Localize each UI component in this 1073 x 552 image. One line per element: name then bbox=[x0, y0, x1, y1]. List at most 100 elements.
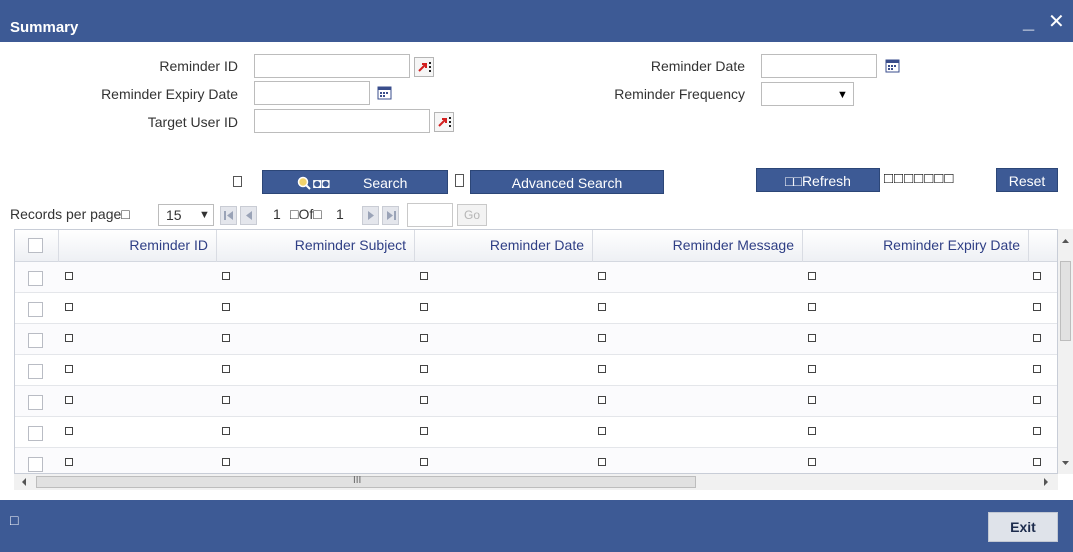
row-checkbox[interactable] bbox=[28, 364, 43, 379]
table-row[interactable] bbox=[15, 293, 1057, 324]
last-page-icon bbox=[387, 211, 396, 220]
target-user-id-label: Target User ID bbox=[147, 114, 238, 130]
cell-placeholder-glyph bbox=[598, 272, 606, 280]
cell-placeholder-glyph bbox=[1033, 396, 1041, 404]
target-user-id-input[interactable] bbox=[254, 109, 430, 133]
reset-button[interactable]: Reset bbox=[996, 168, 1058, 192]
row-checkbox[interactable] bbox=[28, 333, 43, 348]
records-per-page-select[interactable]: 15 ▼ bbox=[158, 204, 214, 226]
select-all-checkbox[interactable] bbox=[28, 238, 43, 253]
cell-placeholder-glyph bbox=[1033, 303, 1041, 311]
row-checkbox[interactable] bbox=[28, 426, 43, 441]
cell-placeholder-glyph bbox=[808, 365, 816, 373]
of-label: □Of□ bbox=[290, 206, 322, 222]
calendar-icon bbox=[885, 59, 900, 73]
column-header-reminder-id[interactable]: Reminder ID bbox=[59, 230, 217, 262]
cell-placeholder-glyph bbox=[420, 272, 428, 280]
vertical-scrollbar[interactable] bbox=[1058, 229, 1073, 474]
window-title: Summary bbox=[10, 19, 79, 36]
target-user-id-lov-button[interactable] bbox=[434, 112, 454, 132]
first-page-icon bbox=[224, 211, 233, 220]
total-pages: 1 bbox=[336, 206, 344, 222]
records-per-page-label: Records per page□ bbox=[10, 206, 130, 222]
table-row[interactable] bbox=[15, 417, 1057, 448]
cell-placeholder-glyph bbox=[222, 427, 230, 435]
calendar-icon bbox=[377, 86, 392, 100]
reminder-expiry-date-calendar-button[interactable] bbox=[376, 84, 396, 104]
header-select-all-cell bbox=[15, 230, 59, 262]
exit-button[interactable]: Exit bbox=[988, 512, 1058, 542]
cell-placeholder-glyph bbox=[1033, 272, 1041, 280]
column-header-reminder-subject[interactable]: Reminder Subject bbox=[217, 230, 415, 262]
prev-page-button[interactable] bbox=[240, 206, 257, 225]
cell-placeholder-glyph bbox=[420, 303, 428, 311]
cell-placeholder-glyph bbox=[222, 272, 230, 280]
reminder-date-calendar-button[interactable] bbox=[884, 57, 904, 77]
cell-placeholder-glyph bbox=[1033, 365, 1041, 373]
cell-placeholder-glyph bbox=[598, 365, 606, 373]
cell-placeholder-glyph bbox=[420, 396, 428, 404]
last-page-button[interactable] bbox=[382, 206, 399, 225]
cell-placeholder-glyph bbox=[65, 458, 73, 466]
current-page: 1 bbox=[273, 206, 281, 222]
pager: Records per page□ 15 ▼ 1 □Of□ 1 Go bbox=[0, 203, 1073, 229]
reminder-grid: Reminder ID Reminder Subject Reminder Da… bbox=[14, 229, 1058, 474]
scroll-grip: III bbox=[353, 475, 362, 486]
column-header-reminder-expiry-date[interactable]: Reminder Expiry Date bbox=[803, 230, 1029, 262]
reminder-id-lov-button[interactable] bbox=[414, 57, 434, 77]
cell-placeholder-glyph bbox=[65, 365, 73, 373]
reminder-date-input[interactable] bbox=[761, 54, 877, 78]
title-bar: Summary _ ✕ bbox=[0, 0, 1073, 42]
row-checkbox[interactable] bbox=[28, 395, 43, 410]
table-row[interactable] bbox=[15, 448, 1057, 473]
lov-picker-icon bbox=[418, 62, 431, 72]
horizontal-scroll-thumb[interactable]: III bbox=[36, 475, 696, 488]
cell-placeholder-glyph bbox=[65, 334, 73, 342]
cell-placeholder-glyph bbox=[420, 427, 428, 435]
cell-placeholder-glyph bbox=[808, 396, 816, 404]
next-page-button[interactable] bbox=[362, 206, 379, 225]
search-icon bbox=[297, 176, 311, 190]
vertical-scroll-thumb[interactable] bbox=[1060, 261, 1071, 341]
cell-placeholder-glyph bbox=[808, 458, 816, 466]
go-button[interactable]: Go bbox=[457, 204, 487, 226]
cell-placeholder-glyph bbox=[808, 427, 816, 435]
reminder-frequency-label: Reminder Frequency bbox=[614, 86, 745, 102]
column-header-reminder-message[interactable]: Reminder Message bbox=[593, 230, 803, 262]
cell-placeholder-glyph bbox=[420, 365, 428, 373]
advanced-search-button[interactable]: Advanced Search bbox=[470, 170, 664, 194]
reminder-expiry-date-input[interactable] bbox=[254, 81, 370, 105]
refresh-button[interactable]: □□Refresh bbox=[756, 168, 880, 192]
cell-placeholder-glyph bbox=[65, 303, 73, 311]
horizontal-scrollbar[interactable]: III bbox=[14, 474, 1058, 490]
cell-placeholder-glyph bbox=[598, 458, 606, 466]
cell-placeholder-glyph bbox=[1033, 458, 1041, 466]
dropdown-caret-icon: ▼ bbox=[837, 89, 848, 101]
row-checkbox[interactable] bbox=[28, 302, 43, 317]
search-button[interactable]: ◘◘ Search bbox=[262, 170, 448, 194]
scroll-right-icon bbox=[1044, 478, 1048, 486]
page-number-input[interactable] bbox=[407, 203, 453, 227]
cell-placeholder-glyph bbox=[598, 396, 606, 404]
table-row[interactable] bbox=[15, 324, 1057, 355]
search-prefix-box bbox=[233, 176, 242, 187]
minimize-button[interactable]: _ bbox=[1023, 12, 1034, 32]
table-row[interactable] bbox=[15, 386, 1057, 417]
close-button[interactable]: ✕ bbox=[1048, 12, 1065, 32]
row-checkbox[interactable] bbox=[28, 457, 43, 472]
reminder-frequency-select[interactable]: ▼ bbox=[761, 82, 854, 106]
advanced-search-prefix-box bbox=[455, 174, 464, 187]
cell-placeholder-glyph bbox=[222, 458, 230, 466]
cell-placeholder-glyph bbox=[420, 458, 428, 466]
reminder-id-input[interactable] bbox=[254, 54, 410, 78]
scroll-left-icon bbox=[22, 478, 26, 486]
table-row[interactable] bbox=[15, 355, 1057, 386]
table-row[interactable] bbox=[15, 262, 1057, 293]
first-page-button[interactable] bbox=[220, 206, 237, 225]
footer-bar: □ Exit bbox=[0, 500, 1073, 552]
scroll-down-icon bbox=[1062, 461, 1069, 465]
row-checkbox[interactable] bbox=[28, 271, 43, 286]
cell-placeholder-glyph bbox=[1033, 334, 1041, 342]
records-per-page-value: 15 bbox=[166, 207, 182, 223]
column-header-reminder-date[interactable]: Reminder Date bbox=[415, 230, 593, 262]
